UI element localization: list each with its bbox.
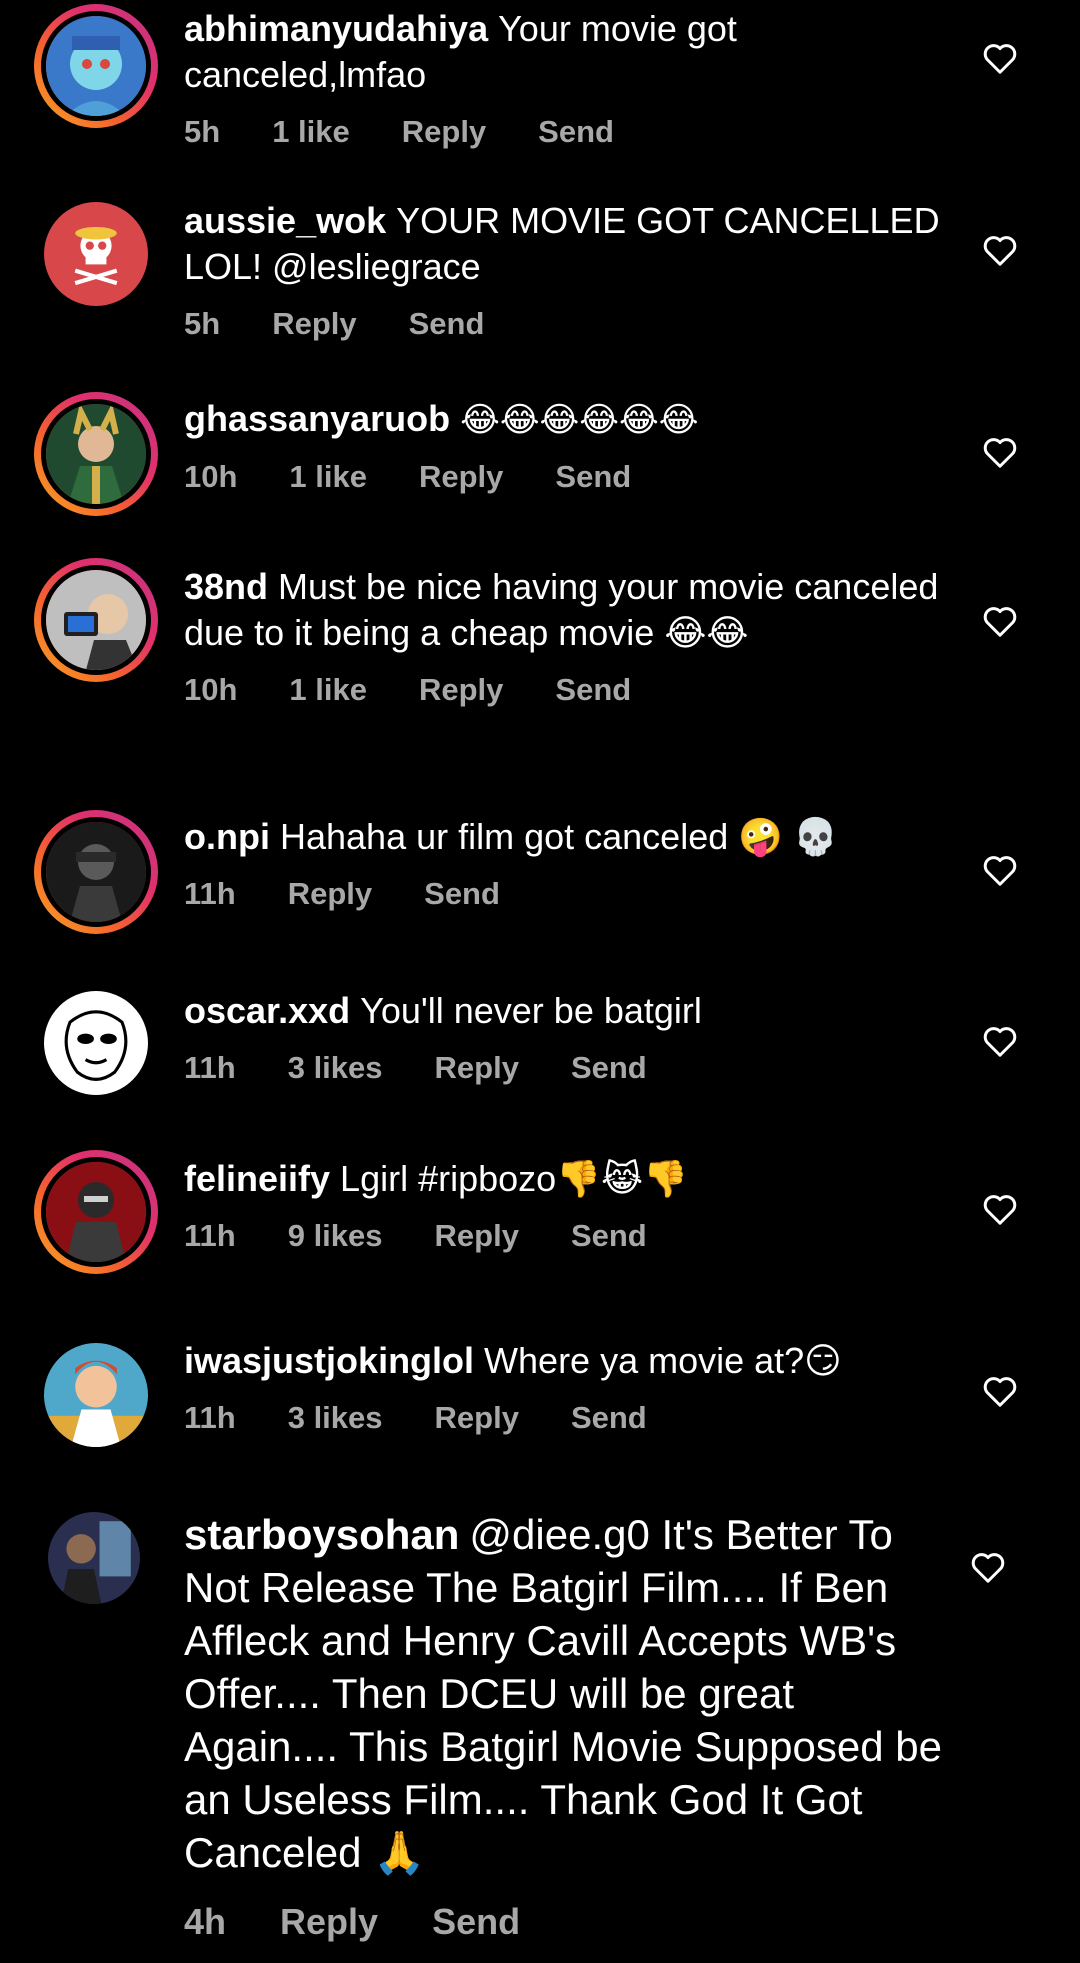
comment-username[interactable]: abhimanyudahiya: [184, 8, 488, 49]
comment-meta: 4h Reply Send: [184, 1899, 944, 1945]
heart-outline-icon[interactable]: [982, 1374, 1018, 1408]
reply-button[interactable]: Reply: [272, 304, 356, 344]
comment-time: 10h: [184, 672, 238, 707]
reply-button[interactable]: Reply: [419, 457, 503, 497]
comment-meta: 5h 1 like Reply Send: [184, 112, 944, 152]
avatar-image: [46, 404, 146, 504]
heart-outline-icon[interactable]: [982, 853, 1018, 887]
avatar[interactable]: [44, 991, 148, 1095]
reply-button[interactable]: Reply: [435, 1398, 519, 1438]
comment-likes[interactable]: 3 likes: [288, 1048, 383, 1088]
comment-text: ghassanyaruob 😂😂😂😂😂😂: [184, 396, 944, 443]
send-button[interactable]: Send: [555, 457, 631, 497]
comment-text: abhimanyudahiya Your movie got canceled,l…: [184, 6, 944, 98]
send-button[interactable]: Send: [571, 1048, 647, 1088]
avatar[interactable]: [48, 1512, 140, 1604]
comment-meta: 11h 3 likes Reply Send: [184, 1048, 944, 1088]
comment-username[interactable]: aussie_wok: [184, 200, 386, 241]
send-button[interactable]: Send: [424, 874, 500, 914]
comment-meta: 10h 1 like Reply Send: [184, 457, 944, 497]
comment-text: starboysohan @diee.g0 It's Better To Not …: [184, 1508, 944, 1879]
reply-button[interactable]: Reply: [435, 1048, 519, 1088]
avatar-image: [46, 822, 146, 922]
reply-button[interactable]: Reply: [402, 112, 486, 152]
comment-meta: 11h 3 likes Reply Send: [184, 1398, 944, 1438]
comment-likes[interactable]: 1 like: [289, 457, 367, 497]
send-button[interactable]: Send: [555, 670, 631, 710]
avatar-image: [46, 1162, 146, 1262]
avatar-image: [46, 570, 146, 670]
heart-outline-icon[interactable]: [982, 41, 1018, 75]
heart-outline-icon[interactable]: [982, 1192, 1018, 1226]
comment-time: 5h: [184, 114, 221, 149]
comment-username[interactable]: felineiify: [184, 1158, 330, 1199]
comment-time: 5h: [184, 306, 221, 341]
avatar[interactable]: [34, 810, 158, 934]
comment-meta: 11h 9 likes Reply Send: [184, 1216, 944, 1256]
comment-time: 10h: [184, 459, 238, 494]
comment-meta: 10h 1 like Reply Send: [184, 670, 944, 710]
reply-button[interactable]: Reply: [419, 670, 503, 710]
comment-username[interactable]: o.npi: [184, 816, 270, 857]
avatar[interactable]: [34, 1150, 158, 1274]
comment-time: 11h: [184, 1400, 236, 1435]
avatar[interactable]: [34, 558, 158, 682]
heart-outline-icon[interactable]: [970, 1550, 1006, 1584]
reply-button[interactable]: Reply: [280, 1899, 378, 1945]
comment-body: You'll never be batgirl: [360, 990, 702, 1031]
comment-likes[interactable]: 9 likes: [288, 1216, 383, 1256]
comment-username[interactable]: iwasjustjokinglol: [184, 1340, 474, 1381]
reply-button[interactable]: Reply: [288, 874, 372, 914]
heart-outline-icon[interactable]: [982, 1024, 1018, 1058]
comment-text: felineiify Lgirl #ripbozo👎😹👎: [184, 1156, 944, 1202]
comment-time: 4h: [184, 1901, 227, 1942]
comment-text: oscar.xxd You'll never be batgirl: [184, 988, 944, 1034]
reply-button[interactable]: Reply: [435, 1216, 519, 1256]
comment-body: Hahaha ur film got canceled 🤪 💀: [279, 816, 838, 857]
avatar-image: [44, 1343, 148, 1447]
comment-likes[interactable]: 3 likes: [288, 1398, 383, 1438]
comment-time: 11h: [184, 876, 236, 911]
heart-outline-icon[interactable]: [982, 604, 1018, 638]
comment-meta: 5h Reply Send: [184, 304, 944, 344]
send-button[interactable]: Send: [571, 1398, 647, 1438]
avatar[interactable]: [44, 202, 148, 306]
comment-body: Where ya movie at?😏: [484, 1340, 842, 1381]
comment-body: Lgirl #ripbozo👎😹👎: [340, 1158, 688, 1199]
comment-likes[interactable]: 1 like: [289, 670, 367, 710]
comment-body: @diee.g0 It's Better To Not Release The …: [184, 1511, 942, 1876]
comment-username[interactable]: starboysohan: [184, 1511, 459, 1558]
comment-username[interactable]: oscar.xxd: [184, 990, 350, 1031]
comment-text: iwasjustjokinglol Where ya movie at?😏: [184, 1338, 944, 1384]
comment-meta: 11h Reply Send: [184, 874, 944, 914]
comment-likes[interactable]: 1 like: [272, 112, 350, 152]
comment-time: 11h: [184, 1218, 236, 1253]
comment-body: 😂😂😂😂😂😂: [460, 400, 699, 440]
comment-username[interactable]: ghassanyaruob: [184, 398, 450, 439]
send-button[interactable]: Send: [409, 304, 485, 344]
heart-outline-icon[interactable]: [982, 233, 1018, 267]
comment-body: Must be nice having your movie canceled …: [184, 566, 939, 653]
comment-text: o.npi Hahaha ur film got canceled 🤪 💀: [184, 814, 944, 860]
avatar-image: [48, 1512, 140, 1604]
comment-time: 11h: [184, 1050, 236, 1085]
send-button[interactable]: Send: [538, 112, 614, 152]
send-button[interactable]: Send: [571, 1216, 647, 1256]
heart-outline-icon[interactable]: [982, 435, 1018, 469]
comment-username[interactable]: 38nd: [184, 566, 268, 607]
send-button[interactable]: Send: [432, 1899, 520, 1945]
avatar[interactable]: [34, 392, 158, 516]
avatar-image: [46, 16, 146, 116]
avatar-image: [44, 991, 148, 1095]
comment-text: 38nd Must be nice having your movie cance…: [184, 564, 944, 656]
comment-text: aussie_wok YOUR MOVIE GOT CANCELLED LOL! …: [184, 198, 944, 290]
avatar-image: [44, 202, 148, 306]
avatar[interactable]: [44, 1343, 148, 1447]
avatar[interactable]: [34, 4, 158, 128]
